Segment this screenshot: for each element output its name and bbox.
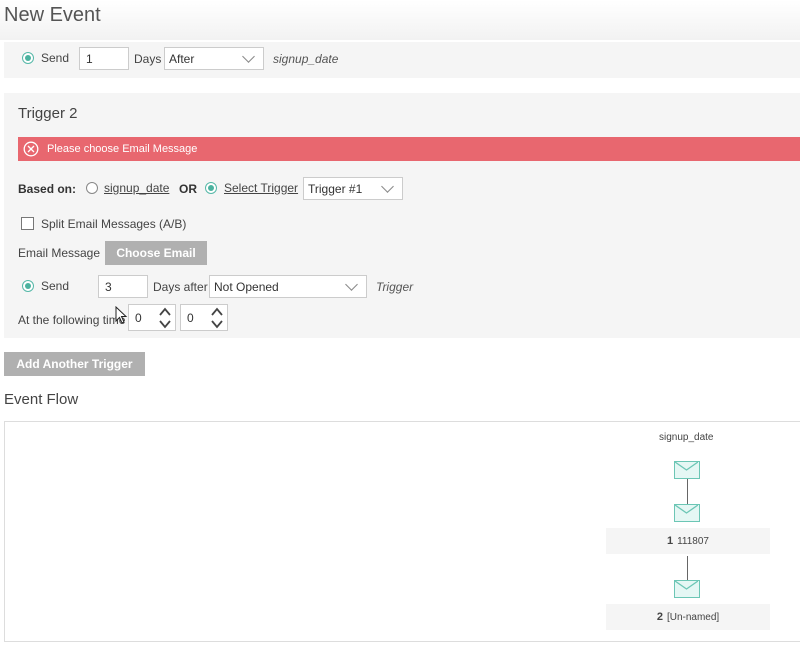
trigger-select[interactable]: Trigger #1 [303,177,403,200]
split-checkbox[interactable] [21,217,34,230]
select-trigger-option[interactable]: Select Trigger [224,181,298,195]
flow-node-2-name: [Un-named] [666,611,720,623]
days-input[interactable]: 1 [79,47,129,70]
signup-date-radio[interactable] [86,182,98,194]
envelope-icon [675,462,698,471]
split-label: Split Email Messages (A/B) [41,217,187,231]
stepper-arrows-icon[interactable] [211,307,223,329]
chevron-down-icon [345,278,358,291]
flow-node-1-name: 111807 [677,535,709,547]
trigger-panel [4,93,800,338]
stepper-arrows-icon[interactable] [159,307,171,329]
days-after-label: Days after [153,280,208,294]
error-circle-icon [23,141,39,157]
trigger-send-label: Send [41,279,70,293]
flow-node-2[interactable]: 2 [Un-named] [606,604,770,630]
envelope-icon [675,505,698,514]
trigger-days-input[interactable]: 3 [98,275,148,298]
error-alert: Please choose Email Message [18,137,800,161]
hour-stepper[interactable]: 0 [128,304,176,331]
trigger-heading: Trigger 2 [18,105,78,122]
minute-value: 0 [187,310,194,325]
chevron-down-icon [381,180,394,193]
direction-select-value: After [169,51,195,66]
mouse-cursor-icon [115,306,128,324]
error-alert-text: Please choose Email Message [47,143,198,155]
time-label: At the following time [18,313,126,327]
days-label: Days [134,52,162,66]
select-trigger-radio[interactable] [205,182,217,194]
trigger-reference: Trigger [376,280,414,294]
mail-icon[interactable] [674,504,700,522]
trigger-send-radio[interactable] [22,280,34,292]
email-message-label: Email Message [18,246,101,260]
minute-stepper[interactable]: 0 [180,304,228,331]
send-radio[interactable] [22,52,34,64]
signup-date-option[interactable]: signup_date [104,181,169,195]
add-another-trigger-button[interactable]: Add Another Trigger [4,352,145,376]
flow-connector [687,556,688,580]
page-title: New Event [4,4,101,26]
hour-value: 0 [135,310,142,325]
envelope-icon [675,581,698,590]
flow-node-1[interactable]: 1 111807 [606,528,770,554]
or-label: OR [179,182,197,196]
condition-select[interactable]: Not Opened [209,275,367,298]
based-on-label: Based on: [18,182,77,196]
flow-root-label: signup_date [659,432,714,443]
reference-field: signup_date [273,52,339,66]
chevron-down-icon [242,50,255,63]
event-flow-heading: Event Flow [4,391,79,408]
time-label-container: At the following time [18,311,128,327]
direction-select[interactable]: After [164,47,264,70]
mail-icon[interactable] [674,580,700,598]
mail-icon [674,461,700,479]
flow-node-2-number: 2 [656,611,663,623]
condition-select-value: Not Opened [214,279,279,294]
flow-node-1-number: 1 [666,535,674,547]
trigger-select-value: Trigger #1 [308,181,363,196]
choose-email-button[interactable]: Choose Email [105,241,207,265]
flow-connector [687,479,688,504]
send-label: Send [41,51,70,65]
header-bar [0,0,800,40]
